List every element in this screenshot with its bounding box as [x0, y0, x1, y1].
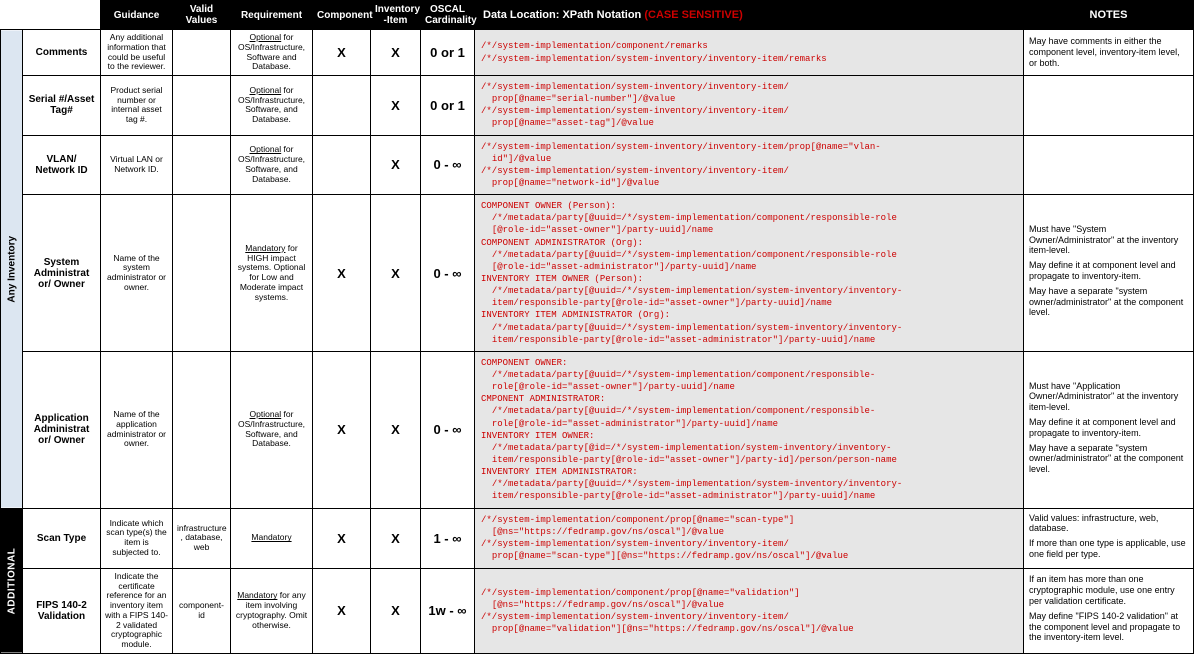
card: 0 or 1	[421, 30, 475, 76]
row-vlan: VLAN/ Network ID Virtual LAN or Network …	[1, 135, 1194, 195]
valid	[173, 351, 231, 508]
notes	[1024, 135, 1194, 195]
valid	[173, 135, 231, 195]
rowname-sysadmin: System Administrat or/ Owner	[23, 195, 101, 352]
comp: X	[313, 195, 371, 352]
guidance: Indicate which scan type(s) the item is …	[101, 508, 173, 568]
rowname-vlan: VLAN/ Network ID	[23, 135, 101, 195]
comp: X	[313, 30, 371, 76]
guidance: Virtual LAN or Network ID.	[101, 135, 173, 195]
oscal-inventory-table: Guidance Valid Values Requirement Compon…	[0, 0, 1194, 654]
req: Mandatory	[231, 508, 313, 568]
card: 0 - ∞	[421, 135, 475, 195]
guidance: Name of the system administrator or owne…	[101, 195, 173, 352]
notes	[1024, 76, 1194, 136]
comp: X	[313, 351, 371, 508]
comp: X	[313, 508, 371, 568]
req: Mandatory for any item involving cryptog…	[231, 568, 313, 653]
comp: X	[313, 568, 371, 653]
valid: infrastructure , database, web	[173, 508, 231, 568]
guidance: Name of the application administrator or…	[101, 351, 173, 508]
sidelabel-any-inventory: Any Inventory	[1, 30, 23, 509]
card: 0 - ∞	[421, 351, 475, 508]
row-scan: ADDITIONAL Scan Type Indicate which scan…	[1, 508, 1194, 568]
notes: If an item has more than one cryptograph…	[1024, 568, 1194, 653]
req: Optional for OS/Infrastructure, Software…	[231, 351, 313, 508]
row-comments: Any Inventory Comments Any additional in…	[1, 30, 1194, 76]
hdr-guidance: Guidance	[101, 1, 173, 30]
card: 0 - ∞	[421, 195, 475, 352]
hdr-card: OSCAL Cardinality	[421, 1, 475, 30]
req: Optional for OS/Infrastructure, Software…	[231, 30, 313, 76]
header-row: Guidance Valid Values Requirement Compon…	[1, 1, 1194, 30]
inv: X	[371, 30, 421, 76]
notes: Must have "Application Owner/Administrat…	[1024, 351, 1194, 508]
hdr-notes: NOTES	[1024, 1, 1194, 30]
guidance: Indicate the certificate reference for a…	[101, 568, 173, 653]
rowname-fips: FIPS 140-2 Validation	[23, 568, 101, 653]
xpath: /*/system-implementation/system-inventor…	[475, 135, 1024, 195]
xpath: /*/system-implementation/component/prop[…	[475, 508, 1024, 568]
xpath: /*/system-implementation/component/remar…	[475, 30, 1024, 76]
card: 1 - ∞	[421, 508, 475, 568]
hdr-req: Requirement	[231, 1, 313, 30]
row-appadmin: Application Administrat or/ Owner Name o…	[1, 351, 1194, 508]
xpath: COMPONENT OWNER: /*/metadata/party[@uuid…	[475, 351, 1024, 508]
valid	[173, 195, 231, 352]
hdr-inv: Inventory -Item	[371, 1, 421, 30]
valid	[173, 76, 231, 136]
row-sysadmin: System Administrat or/ Owner Name of the…	[1, 195, 1194, 352]
req: Optional for OS/Infrastructure, Software…	[231, 135, 313, 195]
comp	[313, 76, 371, 136]
notes: May have comments in either the componen…	[1024, 30, 1194, 76]
valid	[173, 30, 231, 76]
row-serial: Serial #/Asset Tag# Product serial numbe…	[1, 76, 1194, 136]
req: Optional for OS/Infrastructure, Software…	[231, 76, 313, 136]
req: Mandatory for HIGH impact systems. Optio…	[231, 195, 313, 352]
xpath: COMPONENT OWNER (Person): /*/metadata/pa…	[475, 195, 1024, 352]
rowname-scan: Scan Type	[23, 508, 101, 568]
card: 0 or 1	[421, 76, 475, 136]
hdr-xpath: Data Location: XPath Notation (CASE SENS…	[475, 1, 1024, 30]
hdr-comp: Component	[313, 1, 371, 30]
inv: X	[371, 568, 421, 653]
rowname-appadmin: Application Administrat or/ Owner	[23, 351, 101, 508]
comp	[313, 135, 371, 195]
valid: component-id	[173, 568, 231, 653]
inv: X	[371, 508, 421, 568]
inv: X	[371, 76, 421, 136]
hdr-valid: Valid Values	[173, 1, 231, 30]
rowname-serial: Serial #/Asset Tag#	[23, 76, 101, 136]
guidance: Any additional information that could be…	[101, 30, 173, 76]
sidelabel-additional: ADDITIONAL	[1, 508, 23, 653]
row-fips: FIPS 140-2 Validation Indicate the certi…	[1, 568, 1194, 653]
guidance: Product serial number or internal asset …	[101, 76, 173, 136]
notes: Valid values: infrastructure, web, datab…	[1024, 508, 1194, 568]
inv: X	[371, 135, 421, 195]
inv: X	[371, 351, 421, 508]
xpath: /*/system-implementation/component/prop[…	[475, 568, 1024, 653]
card: 1w - ∞	[421, 568, 475, 653]
inv: X	[371, 195, 421, 352]
xpath: /*/system-implementation/system-inventor…	[475, 76, 1024, 136]
rowname-comments: Comments	[23, 30, 101, 76]
notes: Must have "System Owner/Administrator" a…	[1024, 195, 1194, 352]
